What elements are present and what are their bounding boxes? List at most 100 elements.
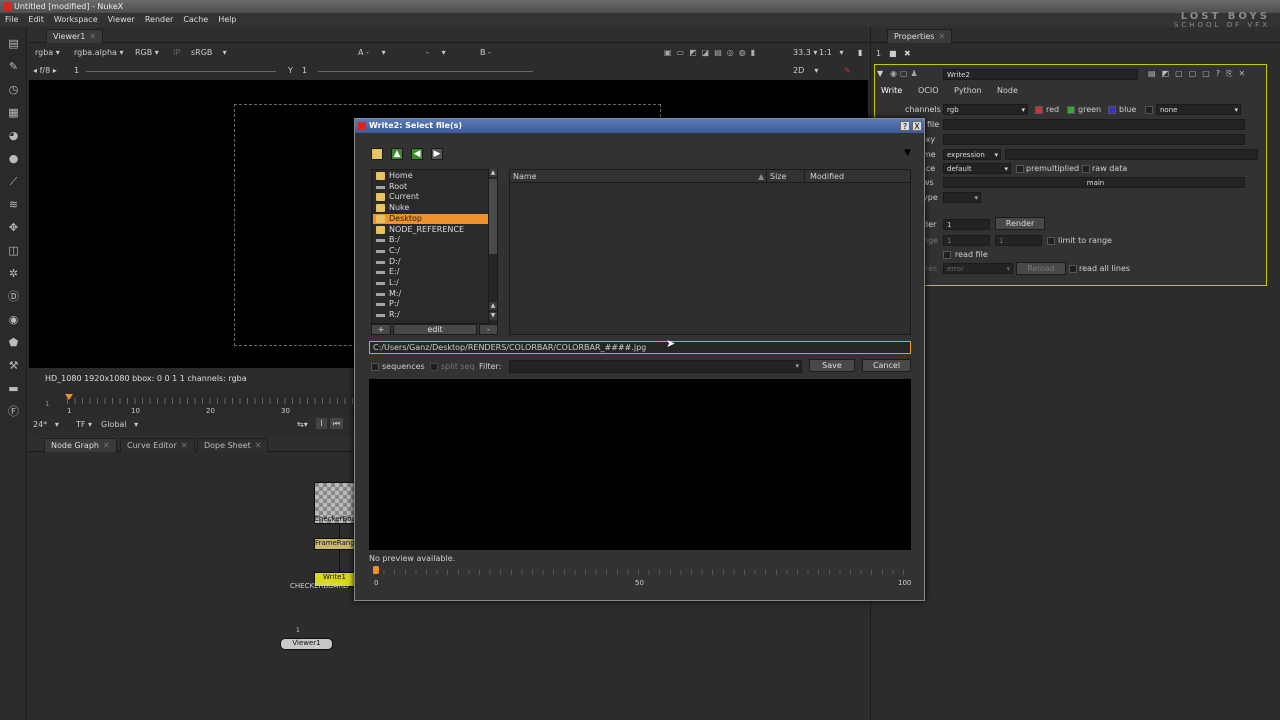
reload-button[interactable]: Reload bbox=[1016, 262, 1066, 275]
input-a-dropdown[interactable]: A - ▾ bbox=[358, 47, 413, 58]
viewer-tool-icons[interactable]: ▣▭◩◪▤◎◍▮ bbox=[664, 47, 760, 58]
favorite-item-root[interactable]: Root bbox=[373, 182, 489, 192]
node-header-icons[interactable]: ◉▢♟ bbox=[890, 68, 921, 79]
scroll-down-icon[interactable]: ▼ bbox=[489, 312, 497, 320]
scroll-up-icon[interactable]: ▲ bbox=[489, 302, 497, 310]
toolsets-tool-icon[interactable]: ⚒ bbox=[7, 359, 20, 372]
limit-range-checkbox[interactable] bbox=[1047, 237, 1055, 245]
raw-data-checkbox[interactable] bbox=[1082, 165, 1090, 173]
metadata-tool-icon[interactable]: ⬟ bbox=[7, 336, 20, 349]
proxy-field[interactable] bbox=[943, 134, 1245, 145]
favorite-item-node-reference[interactable]: NODE_REFERENCE bbox=[373, 225, 489, 235]
tab-node-graph[interactable]: Node Graph ✕ bbox=[44, 438, 117, 452]
preview-slider-track[interactable] bbox=[373, 570, 905, 575]
color-tool-icon[interactable]: ◕ bbox=[7, 129, 20, 142]
column-modified[interactable]: Modified bbox=[810, 171, 844, 182]
options-dropdown-icon[interactable]: ▼ bbox=[904, 148, 911, 159]
ip-button[interactable]: IP bbox=[173, 47, 180, 58]
favorites-scrollbar[interactable]: ▲ ▲ ▼ bbox=[488, 169, 497, 324]
tab-ocio[interactable]: OCIO bbox=[918, 85, 939, 96]
tab-viewer1[interactable]: Viewer1 ✕ bbox=[46, 29, 103, 43]
tab-python[interactable]: Python bbox=[954, 85, 982, 96]
fstop-control[interactable]: ◂ f/8 ▸ bbox=[33, 65, 57, 76]
zoom-dropdown[interactable]: 33.3 ▾ bbox=[793, 47, 817, 58]
close-icon[interactable]: ✕ bbox=[938, 32, 945, 41]
back-icon[interactable]: ◀ bbox=[411, 148, 423, 160]
save-button[interactable]: Save bbox=[809, 359, 855, 372]
merge-tool-icon[interactable]: ≋ bbox=[7, 198, 20, 211]
clear-panels-icon[interactable]: ✖ bbox=[904, 48, 911, 59]
favorite-item-b[interactable]: B:/ bbox=[373, 235, 489, 245]
deep-tool-icon[interactable]: Ⓓ bbox=[7, 290, 20, 303]
collapse-icon[interactable]: ▼ bbox=[877, 68, 883, 79]
furnace-tool-icon[interactable]: Ⓕ bbox=[7, 405, 20, 418]
preview-slider-handle[interactable] bbox=[373, 566, 379, 574]
read-file-checkbox[interactable] bbox=[943, 251, 951, 259]
favorite-item-p[interactable]: P:/ bbox=[373, 299, 489, 309]
scroll-thumb[interactable] bbox=[489, 179, 497, 254]
column-size[interactable]: Size bbox=[770, 171, 786, 182]
scroll-up-icon[interactable]: ▲ bbox=[489, 169, 497, 177]
favorite-item-home[interactable]: Home bbox=[373, 171, 489, 181]
menu-help[interactable]: Help bbox=[213, 13, 241, 27]
alpha-channel-dropdown[interactable]: none ▾ bbox=[1156, 104, 1241, 115]
particles-tool-icon[interactable]: ✲ bbox=[7, 267, 20, 280]
help-button[interactable]: ? bbox=[900, 121, 910, 131]
split-seq-checkbox[interactable] bbox=[430, 363, 438, 371]
close-icon[interactable]: ✕ bbox=[89, 32, 96, 41]
lock-panel-icon[interactable]: ■ bbox=[889, 48, 897, 59]
node-header-buttons[interactable]: ▤◩▢▢▢?⎘✕ bbox=[1148, 68, 1251, 79]
file-list[interactable]: Name ▲ Size Modified bbox=[509, 169, 911, 335]
range-first-field[interactable]: 1 bbox=[943, 235, 990, 246]
fps-dropdown[interactable]: 24* ▾ bbox=[33, 419, 59, 430]
menu-cache[interactable]: Cache bbox=[178, 13, 213, 27]
tab-properties[interactable]: Properties ✕ bbox=[887, 29, 953, 43]
menu-viewer[interactable]: Viewer bbox=[103, 13, 140, 27]
render-button[interactable]: Render bbox=[995, 217, 1045, 230]
green-checkbox[interactable] bbox=[1067, 106, 1075, 114]
filter-tool-icon[interactable]: ● bbox=[7, 152, 20, 165]
remove-favorite-button[interactable]: - bbox=[479, 324, 498, 335]
gain-value[interactable]: 1 bbox=[74, 65, 79, 76]
favorite-item-e[interactable]: E:/ bbox=[373, 267, 489, 277]
tab-node[interactable]: Node bbox=[997, 85, 1018, 96]
keyer-tool-icon[interactable]: ⟋ bbox=[7, 175, 20, 188]
gain-slider[interactable] bbox=[86, 69, 276, 72]
channels-dropdown[interactable]: rgb ▾ bbox=[943, 104, 1028, 115]
favorite-item-r[interactable]: R:/ bbox=[373, 310, 489, 320]
alpha-dropdown[interactable]: rgba.alpha ▾ bbox=[74, 47, 124, 58]
colorspace-dropdown[interactable]: RGB ▾ bbox=[135, 47, 159, 58]
framerange-node[interactable]: FrameRang bbox=[314, 538, 355, 550]
max-panels-value[interactable]: 1 bbox=[876, 48, 881, 59]
other-tool-icon[interactable]: ▬ bbox=[7, 382, 20, 395]
add-favorite-button[interactable]: + bbox=[371, 324, 391, 335]
playhead-icon[interactable] bbox=[65, 394, 73, 400]
view-mode-dropdown[interactable]: 2D ▾ bbox=[793, 65, 818, 76]
tab-dope-sheet[interactable]: Dope Sheet ✕ bbox=[197, 438, 269, 452]
file-field[interactable] bbox=[943, 119, 1245, 130]
sequences-checkbox[interactable] bbox=[371, 363, 379, 371]
favorite-item-c[interactable]: C:/ bbox=[373, 246, 489, 256]
draw-tool-icon[interactable]: ✎ bbox=[7, 60, 20, 73]
menu-edit[interactable]: Edit bbox=[23, 13, 49, 27]
menu-workspace[interactable]: Workspace bbox=[49, 13, 103, 27]
red-checkbox[interactable] bbox=[1035, 106, 1043, 114]
cancel-button[interactable]: Cancel bbox=[862, 359, 911, 372]
input-b-dropdown[interactable]: B - bbox=[480, 47, 535, 58]
close-icon[interactable]: ✕ bbox=[103, 441, 110, 450]
gamma-slider[interactable] bbox=[318, 69, 533, 72]
forward-icon[interactable]: ▶ bbox=[431, 148, 443, 160]
favorite-item-m[interactable]: M:/ bbox=[373, 289, 489, 299]
node-name-field[interactable]: Write2 bbox=[943, 69, 1138, 80]
read-all-lines-checkbox[interactable] bbox=[1069, 265, 1077, 273]
new-folder-icon[interactable] bbox=[371, 148, 383, 160]
filter-dropdown[interactable]: ▾ bbox=[509, 360, 802, 373]
ratio-dropdown[interactable]: 1:1 ▾ bbox=[819, 47, 844, 58]
menu-render[interactable]: Render bbox=[140, 13, 178, 27]
views-tool-icon[interactable]: ◉ bbox=[7, 313, 20, 326]
favorite-item-l[interactable]: L:/ bbox=[373, 278, 489, 288]
lut-dropdown[interactable]: sRGB ▾ bbox=[191, 47, 236, 58]
channel-tool-icon[interactable]: ▦ bbox=[7, 106, 20, 119]
favorite-item-nuke[interactable]: Nuke bbox=[373, 203, 489, 213]
alpha-checkbox[interactable] bbox=[1145, 106, 1153, 114]
